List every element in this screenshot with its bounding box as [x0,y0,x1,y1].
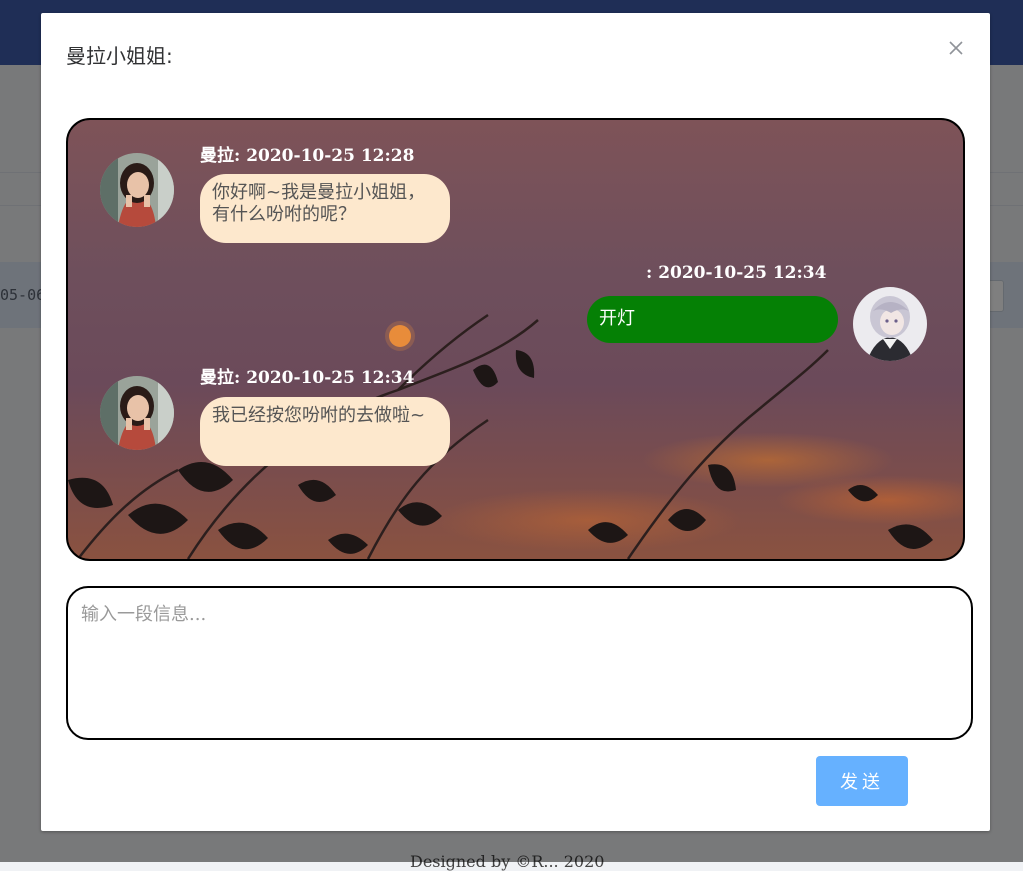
woman-avatar [100,153,174,227]
chat-history[interactable]: 曼拉: 2020-10-25 12:28 你好啊~我是曼拉小姐姐，有什么吩咐的呢… [66,118,965,561]
user-message-bubble: 开灯 [587,296,838,343]
bot-message-bubble: 我已经按您吩咐的去做啦~ [200,397,450,466]
anime-boy-avatar [853,287,927,361]
message-input[interactable] [66,586,973,740]
message-meta: 曼拉: 2020-10-25 12:34 [200,368,415,388]
dialog-title: 曼拉小姐姐: [66,44,173,68]
sunset-background-image [68,313,933,559]
message-meta: : 2020-10-25 12:34 [646,263,827,283]
woman-avatar [100,376,174,450]
chat-dialog: 曼拉小姐姐: 曼拉: 2020-10-25 12:28 你好啊~我是曼拉小姐姐，… [41,13,990,831]
send-button[interactable]: 发送 [816,756,908,806]
close-icon[interactable] [945,37,967,59]
message-meta: 曼拉: 2020-10-25 12:28 [200,146,415,166]
bot-message-bubble: 你好啊~我是曼拉小姐姐，有什么吩咐的呢？ [200,174,450,243]
